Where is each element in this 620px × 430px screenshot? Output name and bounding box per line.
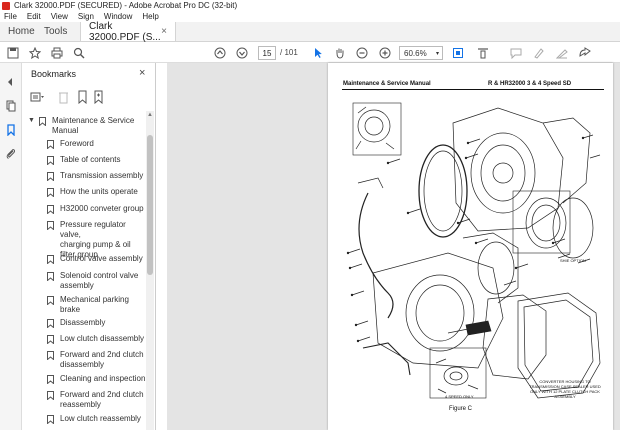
shie-option-label: SHIE OPTION bbox=[560, 258, 586, 263]
title-bar: Clark 32000.PDF (SECURED) - Adobe Acroba… bbox=[0, 0, 620, 11]
exploded-view-drawing bbox=[346, 102, 601, 399]
next-page-icon[interactable] bbox=[235, 46, 249, 60]
bookmark-label: Foreword bbox=[60, 139, 94, 148]
share-icon[interactable] bbox=[578, 46, 592, 60]
bookmark-label: Transmission assembly bbox=[60, 171, 144, 180]
bookmark-icon bbox=[47, 205, 54, 214]
bookmark-icon bbox=[47, 272, 54, 281]
bookmark-label: H32000 conveter group bbox=[60, 204, 144, 213]
highlight-icon[interactable] bbox=[532, 46, 546, 60]
bookmarks-toolbar bbox=[30, 90, 140, 105]
bookmark-label: Forward and 2nd clutch disassembly bbox=[60, 350, 144, 369]
bookmarks-scroll-thumb[interactable] bbox=[147, 135, 153, 275]
bookmark-icon bbox=[47, 172, 54, 181]
figure-caption: Figure C bbox=[449, 406, 473, 412]
fit-page-icon[interactable] bbox=[451, 46, 465, 60]
tab-home[interactable]: Home bbox=[0, 22, 36, 41]
bookmark-label: Table of contents bbox=[60, 155, 121, 164]
print-icon[interactable] bbox=[50, 46, 64, 60]
bookmark-icon bbox=[47, 255, 54, 264]
zoom-level-select[interactable]: 60.6% ▾ bbox=[399, 46, 443, 60]
main-toolbar: 15 / 101 60.6% ▾ bbox=[0, 43, 620, 63]
bookmark-icon bbox=[47, 335, 54, 344]
bookmark-label: Mechanical parking brake bbox=[60, 295, 129, 314]
page-thumbnails-icon[interactable] bbox=[5, 100, 17, 112]
bookmark-label: How the units operate bbox=[60, 187, 138, 196]
bookmark-icon bbox=[47, 221, 54, 230]
hand-icon[interactable] bbox=[333, 46, 347, 60]
acrobat-app-icon bbox=[2, 1, 10, 10]
bookmark-label: Disassembly bbox=[60, 318, 106, 327]
pdf-page[interactable]: Maintenance & Service Manual R & HR32000… bbox=[328, 63, 613, 430]
chevron-down-icon[interactable]: ▼ bbox=[28, 117, 35, 124]
tab-tools-label: Tools bbox=[44, 26, 68, 37]
collapse-panel-icon[interactable] bbox=[5, 76, 17, 88]
bookmark-options-icon[interactable] bbox=[30, 90, 44, 104]
window-title: Clark 32000.PDF (SECURED) - Adobe Acroba… bbox=[14, 1, 238, 10]
bookmarks-panel: Bookmarks × ▼ Maintenance & Service Manua… bbox=[22, 63, 156, 430]
bookmark-label: Low clutch disassembly bbox=[60, 334, 145, 343]
menu-view[interactable]: View bbox=[51, 12, 68, 21]
save-icon[interactable] bbox=[6, 46, 20, 60]
bookmark-icon bbox=[47, 375, 54, 384]
comment-icon[interactable] bbox=[509, 46, 523, 60]
four-speed-label: 4 SPEED ONLY bbox=[445, 394, 474, 399]
menu-edit[interactable]: Edit bbox=[27, 12, 41, 21]
menu-file[interactable]: File bbox=[4, 12, 17, 21]
page-total: / 101 bbox=[280, 48, 298, 57]
bookmark-label: Cleaning and inspection bbox=[60, 374, 146, 383]
close-icon[interactable]: × bbox=[139, 67, 145, 79]
prev-page-icon[interactable] bbox=[213, 46, 227, 60]
bookmark-icon bbox=[39, 117, 46, 126]
previous-page-edge bbox=[157, 63, 167, 430]
sign-icon[interactable] bbox=[555, 46, 569, 60]
navigation-rail bbox=[0, 63, 22, 430]
tab-bar: Home Tools Clark 32000.PDF (S... × bbox=[0, 20, 620, 43]
bookmark-label: Forward and 2nd clutch reassembly bbox=[60, 390, 144, 409]
bookmark-star-icon[interactable] bbox=[28, 46, 42, 60]
bookmark-icon bbox=[47, 296, 54, 305]
new-bookmark-icon[interactable] bbox=[76, 90, 90, 105]
bookmark-label: Solenoid control valve assembly bbox=[60, 271, 139, 290]
chevron-down-icon: ▾ bbox=[435, 50, 439, 57]
zoom-in-icon[interactable] bbox=[378, 46, 392, 60]
bookmarks-panel-icon[interactable] bbox=[5, 124, 17, 136]
bookmark-icon bbox=[47, 391, 54, 400]
bookmarks-panel-title: Bookmarks bbox=[31, 69, 77, 79]
sealer-note: CONVERTER HOUSING TO TRANSMISSION CASE S… bbox=[529, 379, 601, 399]
bookmark-icon bbox=[47, 156, 54, 165]
zoom-level-value: 60.6% bbox=[404, 48, 427, 58]
bookmark-icon bbox=[47, 140, 54, 149]
zoom-out-icon[interactable] bbox=[355, 46, 369, 60]
attachments-icon[interactable] bbox=[5, 148, 17, 160]
search-icon[interactable] bbox=[72, 46, 86, 60]
tab-document-label: Clark 32000.PDF (S... bbox=[89, 20, 161, 43]
bookmark-icon bbox=[47, 188, 54, 197]
scroll-mode-icon[interactable] bbox=[476, 46, 490, 60]
bookmark-icon bbox=[47, 351, 54, 360]
page-number-input[interactable]: 15 bbox=[258, 46, 276, 60]
expand-bookmark-icon[interactable] bbox=[92, 90, 106, 105]
bookmark-icon bbox=[47, 319, 54, 328]
tab-home-label: Home bbox=[8, 26, 35, 37]
bookmark-label: Low clutch reassembly bbox=[60, 414, 141, 423]
delete-bookmark-icon[interactable] bbox=[57, 90, 71, 104]
scroll-up-arrow-icon[interactable]: ▲ bbox=[147, 112, 153, 118]
bookmark-label: Maintenance & Service Manual bbox=[52, 116, 135, 135]
tab-tools[interactable]: Tools bbox=[36, 22, 80, 41]
select-cursor-icon[interactable] bbox=[311, 46, 325, 60]
bookmark-icon bbox=[47, 415, 54, 424]
tab-close-icon[interactable]: × bbox=[161, 26, 167, 37]
tab-document[interactable]: Clark 32000.PDF (S... × bbox=[80, 20, 176, 43]
bookmark-label: Control valve assembly bbox=[60, 254, 143, 263]
